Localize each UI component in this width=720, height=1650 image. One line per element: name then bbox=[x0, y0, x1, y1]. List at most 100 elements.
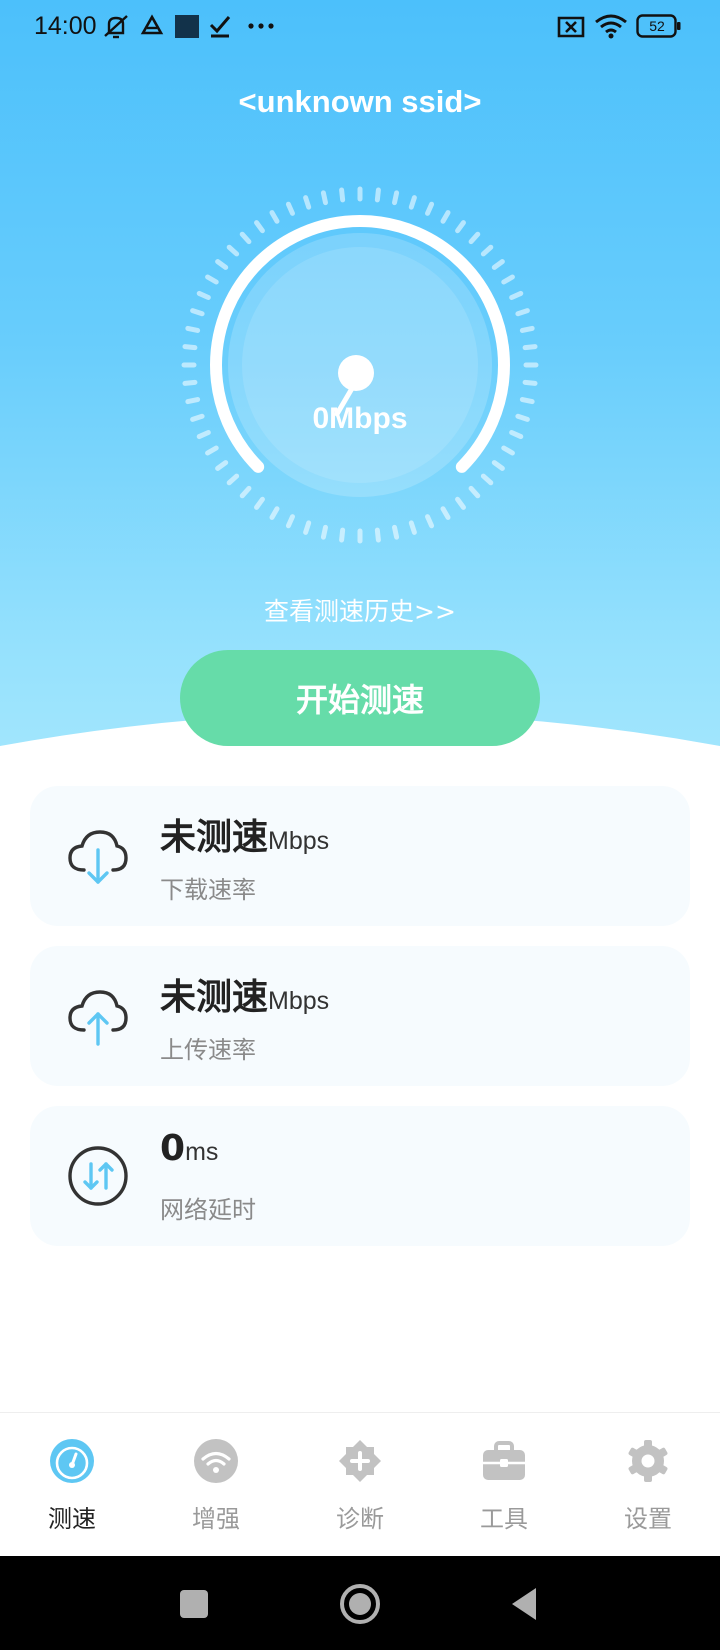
status-bar: 14:00 52 bbox=[0, 0, 720, 54]
speed-gauge bbox=[181, 186, 539, 544]
latency-label: 网络延时 bbox=[160, 1196, 256, 1224]
gauge-tick bbox=[182, 379, 198, 386]
mute-vibrate-icon bbox=[104, 15, 128, 39]
gauge-tick bbox=[254, 496, 265, 510]
gauge-tick bbox=[408, 520, 417, 535]
tab-label: 增强 bbox=[192, 1505, 240, 1533]
gauge-tick bbox=[425, 514, 435, 529]
tab-label: 测速 bbox=[48, 1505, 96, 1533]
gauge-tick bbox=[196, 290, 211, 300]
upload-value: 未测速Mbps bbox=[160, 968, 329, 1020]
gauge-tick bbox=[501, 274, 515, 285]
gauge-tick bbox=[320, 190, 328, 206]
gauge-tick bbox=[522, 379, 538, 386]
drive-icon bbox=[140, 14, 164, 35]
back-triangle-icon[interactable] bbox=[504, 1582, 548, 1626]
download-value-text: 未测速 bbox=[160, 817, 269, 858]
gauge-tick bbox=[455, 220, 466, 234]
download-unit: Mbps bbox=[268, 827, 330, 855]
gauge-tick bbox=[190, 308, 205, 317]
gauge-tick bbox=[339, 187, 346, 203]
gauge-tick bbox=[303, 195, 312, 210]
diagnose-icon bbox=[339, 1440, 381, 1482]
gauge-tick bbox=[182, 344, 198, 351]
gauge-tick bbox=[491, 259, 505, 270]
speedometer-icon bbox=[50, 1439, 94, 1483]
cloud-download-icon bbox=[68, 830, 128, 884]
more-icon bbox=[248, 23, 274, 29]
gauge-tick bbox=[205, 274, 219, 285]
start-speed-test-button[interactable]: 开始测速 bbox=[180, 650, 540, 746]
latency-value-text: 0 bbox=[160, 1128, 186, 1169]
wifi-icon bbox=[595, 14, 627, 39]
toolbox-icon bbox=[483, 1441, 525, 1480]
gauge-tick bbox=[215, 460, 229, 471]
gauge-tick bbox=[226, 473, 240, 486]
gauge-tick bbox=[522, 344, 538, 351]
gauge-tick bbox=[285, 514, 295, 529]
sim-x-icon bbox=[557, 16, 585, 38]
gauge-tick bbox=[480, 244, 494, 257]
gauge-tick bbox=[374, 527, 381, 543]
system-nav-bar bbox=[0, 1556, 720, 1650]
latency-card: 0ms 网络延时 bbox=[30, 1106, 690, 1246]
gauge-tick bbox=[392, 524, 400, 540]
download-value: 未测速Mbps bbox=[160, 808, 329, 860]
speed-readout: 0Mbps bbox=[0, 402, 720, 436]
upload-label: 上传速率 bbox=[160, 1036, 256, 1064]
gauge-tick bbox=[455, 496, 466, 510]
upload-value-text: 未测速 bbox=[160, 977, 269, 1018]
gauge-tick bbox=[392, 190, 400, 206]
speed-unit: Mbps bbox=[329, 402, 408, 435]
wifi-boost-icon bbox=[194, 1439, 238, 1483]
gauge-tick bbox=[480, 473, 494, 486]
gauge-needle-hub bbox=[338, 355, 374, 391]
tab-settings[interactable]: 设置 bbox=[576, 1413, 720, 1557]
latency-icon bbox=[68, 1146, 128, 1206]
check-icon bbox=[209, 16, 231, 38]
status-time: 14:00 bbox=[34, 12, 97, 40]
gauge-tick bbox=[468, 231, 481, 245]
tab-tools[interactable]: 工具 bbox=[432, 1413, 576, 1557]
gauge-tick bbox=[374, 187, 381, 203]
latency-unit: ms bbox=[185, 1138, 219, 1166]
gauge-tick bbox=[509, 290, 524, 300]
gauge-tick bbox=[440, 506, 451, 520]
tab-boost[interactable]: 增强 bbox=[144, 1413, 288, 1557]
download-rate-card: 未测速Mbps 下载速率 bbox=[30, 786, 690, 926]
gauge-tick bbox=[285, 201, 295, 216]
battery-icon: 52 bbox=[636, 14, 682, 38]
speed-value: 0 bbox=[312, 402, 330, 435]
gauge-tick bbox=[491, 460, 505, 471]
gear-icon bbox=[628, 1440, 668, 1482]
square-app-icon bbox=[175, 15, 199, 38]
tab-label: 诊断 bbox=[336, 1505, 384, 1533]
upload-rate-card: 未测速Mbps 上传速率 bbox=[30, 946, 690, 1086]
gauge-tick bbox=[239, 485, 252, 499]
speed-history-link[interactable]: 查看测速历史>> bbox=[0, 592, 720, 628]
home-circle-icon[interactable] bbox=[338, 1582, 382, 1626]
gauge-tick bbox=[254, 220, 265, 234]
gauge-tick bbox=[269, 210, 280, 224]
gauge-tick bbox=[408, 195, 417, 210]
gauge-tick bbox=[226, 244, 240, 257]
gauge-tick bbox=[239, 231, 252, 245]
latency-value: 0ms bbox=[160, 1128, 218, 1169]
gauge-tick bbox=[519, 325, 535, 333]
tab-speed-test[interactable]: 测速 bbox=[0, 1413, 144, 1557]
gauge-tick bbox=[320, 524, 328, 540]
gauge-tick bbox=[440, 210, 451, 224]
gauge-tick bbox=[515, 308, 530, 317]
upload-unit: Mbps bbox=[268, 987, 330, 1015]
tab-diagnose[interactable]: 诊断 bbox=[288, 1413, 432, 1557]
recents-square-icon[interactable] bbox=[172, 1582, 216, 1626]
gauge-tick bbox=[339, 527, 346, 543]
gauge-tick bbox=[269, 506, 280, 520]
tab-label: 工具 bbox=[480, 1505, 528, 1533]
gauge-tick bbox=[205, 445, 219, 456]
gauge-tick bbox=[185, 325, 201, 333]
battery-level: 52 bbox=[649, 18, 665, 34]
gauge-tick bbox=[501, 445, 515, 456]
gauge-tick bbox=[468, 485, 481, 499]
gauge-tick bbox=[303, 520, 312, 535]
